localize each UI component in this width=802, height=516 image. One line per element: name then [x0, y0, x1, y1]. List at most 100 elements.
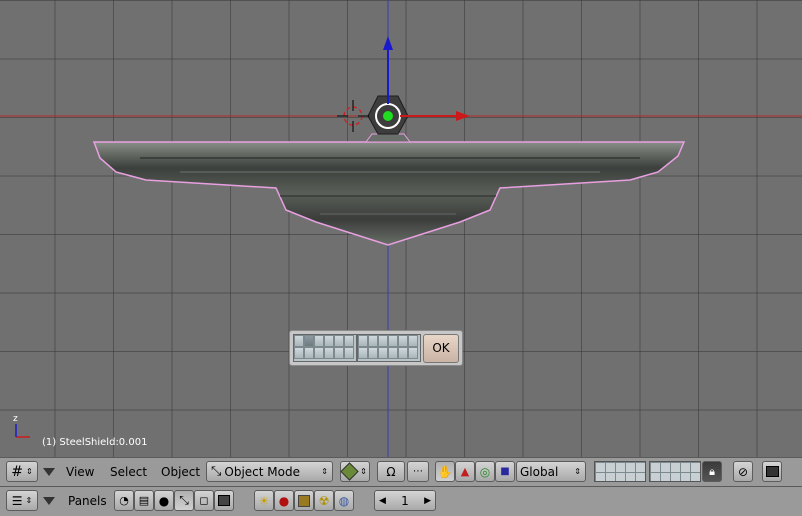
layer-button[interactable] — [358, 335, 368, 347]
layer-button[interactable] — [304, 347, 314, 359]
updown-arrows-icon: ⇕ — [321, 467, 328, 476]
collapse-menu-toggle[interactable] — [42, 466, 56, 478]
layer-buttons-group-1[interactable] — [594, 461, 646, 482]
updown-arrows-icon: ⇕ — [25, 496, 33, 505]
pivot-icon: Ω — [386, 464, 396, 479]
layer-button[interactable] — [378, 347, 388, 359]
render-view-button[interactable] — [762, 461, 782, 482]
layer-button[interactable] — [408, 335, 418, 347]
shading-context-button[interactable]: ● — [154, 490, 174, 511]
layer-button[interactable] — [294, 335, 304, 347]
layer-grid-icon — [650, 462, 700, 481]
3d-view-header: # ⇕ View Select Object ⤡ Object Mode ⇕ ⇕… — [0, 457, 802, 486]
layer-button[interactable] — [408, 347, 418, 359]
rotate-manipulator-button[interactable]: ◎ — [475, 461, 495, 482]
axis-z-label: z — [13, 414, 18, 424]
lock-layers-button[interactable]: 🔒︎ — [702, 461, 722, 482]
layer-button[interactable] — [368, 347, 378, 359]
steelshield-mesh[interactable] — [92, 133, 686, 246]
object-menu[interactable]: Object — [161, 463, 200, 481]
draw-type-selector[interactable]: ⇕ — [340, 461, 370, 482]
translate-manipulator-button[interactable]: ▲ — [455, 461, 475, 482]
radiation-icon: ☢ — [318, 493, 330, 508]
sun-icon: ☀ — [258, 493, 270, 508]
globe-icon: ◍ — [338, 493, 350, 508]
editor-type-selector[interactable]: # ⇕ — [6, 461, 38, 482]
view-axis-widget — [15, 424, 30, 438]
layer-button[interactable] — [334, 335, 344, 347]
radiosity-button[interactable]: ☢ — [314, 490, 334, 511]
layer-group-2[interactable] — [357, 334, 421, 362]
layer-button[interactable] — [294, 347, 304, 359]
updown-arrows-icon: ⇕ — [360, 467, 367, 476]
script-context-button[interactable]: ▤ — [134, 490, 154, 511]
texture-button[interactable] — [294, 490, 314, 511]
3d-viewport[interactable]: z (1) SteelShield:0.001 OK — [0, 0, 802, 457]
frame-number-field[interactable]: ◀ 1 ▶ — [374, 490, 436, 511]
pacman-icon: ◔ — [119, 494, 129, 507]
decrement-arrow-icon: ◀ — [379, 495, 386, 506]
object-info-label: (1) SteelShield:0.001 — [42, 437, 148, 448]
logic-context-button[interactable]: ◔ — [114, 490, 134, 511]
frame-value: 1 — [401, 493, 409, 508]
render-image-icon — [765, 466, 779, 477]
object-context-button[interactable]: ⤡ — [174, 490, 194, 511]
editing-square-icon: ◻ — [199, 494, 209, 507]
layer-button[interactable] — [344, 335, 354, 347]
proportional-icon: ⊘ — [737, 464, 749, 479]
buttons-window-header: ☰ ⇕ Panels ◔ ▤ ● ⤡ ◻ ☀ ● ☢ ◍ ◀ 1 ▶ — [0, 486, 802, 516]
orientation-value: Global — [520, 464, 559, 479]
texture-icon — [298, 494, 310, 507]
layer-button[interactable] — [324, 347, 334, 359]
lamp-button[interactable]: ☀ — [254, 490, 274, 511]
viewport-canvas — [0, 0, 802, 457]
increment-arrow-icon: ▶ — [424, 495, 431, 506]
editor-type-selector[interactable]: ☰ ⇕ — [6, 490, 38, 511]
layer-button[interactable] — [378, 335, 388, 347]
object-mode-icon: ⤡ — [211, 464, 222, 479]
layer-grid-icon — [595, 462, 645, 481]
manipulator-toggle[interactable]: ✋ — [435, 461, 455, 482]
align-pivot-button[interactable]: ⋯ — [407, 461, 429, 482]
hand-icon: ✋ — [437, 464, 453, 479]
script-icon: ▤ — [138, 494, 150, 507]
panels-menu[interactable]: Panels — [68, 492, 107, 510]
layer-button[interactable] — [314, 335, 324, 347]
layer-buttons-group-2[interactable] — [649, 461, 701, 482]
layer-button[interactable] — [304, 335, 314, 347]
layer-button[interactable] — [334, 347, 344, 359]
object-axes-icon: ⤡ — [179, 493, 189, 507]
layer-popup: OK — [289, 330, 463, 366]
ok-button[interactable]: OK — [423, 334, 459, 363]
translate-triangle-icon: ▲ — [460, 465, 470, 478]
mode-value: Object Mode — [224, 464, 300, 479]
textured-cube-icon — [340, 462, 359, 481]
world-button[interactable]: ◍ — [334, 490, 354, 511]
updown-arrows-icon: ⇕ — [574, 467, 581, 476]
layer-button[interactable] — [358, 347, 368, 359]
orientation-selector[interactable]: Global ⇕ — [516, 461, 586, 482]
editing-context-button[interactable]: ◻ — [194, 490, 214, 511]
mode-selector[interactable]: ⤡ Object Mode ⇕ — [206, 461, 333, 482]
layer-button[interactable] — [398, 335, 408, 347]
layer-button[interactable] — [388, 347, 398, 359]
layer-button[interactable] — [388, 335, 398, 347]
layer-group-1[interactable] — [293, 334, 357, 362]
pivot-selector[interactable]: Ω — [377, 461, 405, 482]
proportional-edit-button[interactable]: ⊘ — [733, 461, 753, 482]
layer-button[interactable] — [368, 335, 378, 347]
select-menu[interactable]: Select — [110, 463, 147, 481]
scale-manipulator-button[interactable]: ■ — [495, 461, 515, 482]
collapse-menu-toggle[interactable] — [42, 495, 56, 507]
layer-button[interactable] — [398, 347, 408, 359]
layer-button[interactable] — [324, 335, 334, 347]
layer-button[interactable] — [344, 347, 354, 359]
material-button[interactable]: ● — [274, 490, 294, 511]
scale-square-icon: ■ — [500, 466, 510, 477]
red-sphere-icon: ● — [278, 493, 290, 508]
scene-context-button[interactable] — [214, 490, 234, 511]
view-menu[interactable]: View — [66, 463, 94, 481]
layer-button[interactable] — [314, 347, 324, 359]
sphere-icon: ● — [158, 493, 170, 508]
scene-image-icon — [218, 495, 230, 506]
